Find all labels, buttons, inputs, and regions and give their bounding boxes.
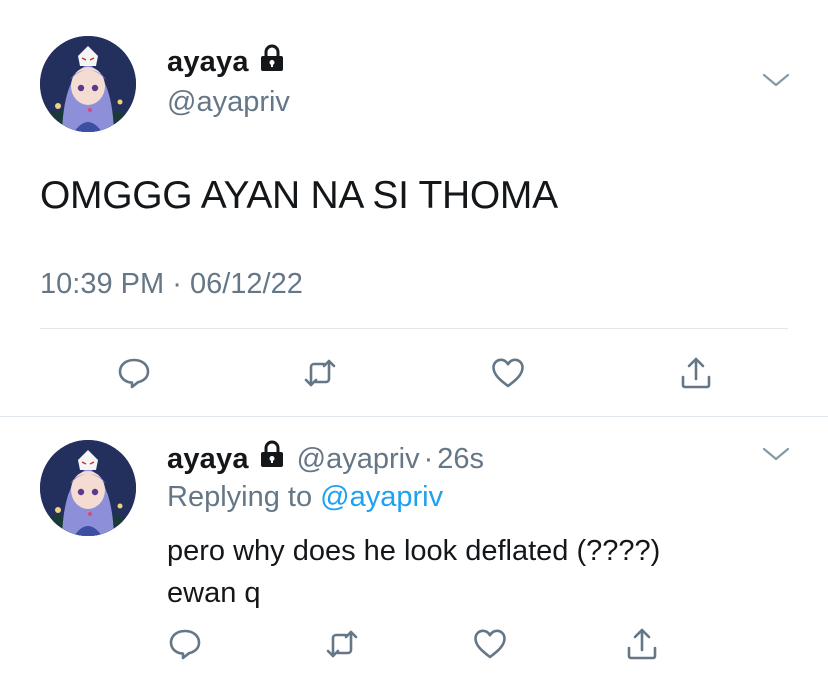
chevron-down-icon[interactable] [762,72,790,88]
tweet-date: 06/12/22 [189,268,303,300]
replying-to-link[interactable]: @ayapriv [320,481,443,513]
reply-text-line: pero why does he look deflated (????) [167,535,661,567]
share-button[interactable] [622,624,662,664]
author-name[interactable]: ayaya [167,46,249,79]
heart-icon [474,629,506,659]
reply-icon [169,629,201,660]
reply-text: pero why does he look deflated (????) ew… [167,530,660,614]
reply-author-handle[interactable]: @ayapriv [297,443,420,476]
reply-icon [118,358,150,389]
reply-button[interactable] [114,353,154,393]
reply-text-line: ewan q [167,577,261,609]
share-button[interactable] [676,353,716,393]
retweet-icon [326,630,358,658]
retweet-icon [304,359,336,387]
author-handle[interactable]: @ayapriv [167,86,290,119]
replying-to: Replying to @ayapriv [167,481,443,514]
avatar-image [40,440,136,536]
retweet-button[interactable] [322,624,362,664]
meta-separator: · [172,268,182,300]
replying-to-label: Replying to [167,481,313,513]
reply-header: ayaya @ayapriv · 26s [167,440,484,476]
lock-icon [259,440,285,473]
avatar[interactable] [40,36,136,132]
section-divider [0,416,828,417]
reply-button[interactable] [165,624,205,664]
reply-age[interactable]: 26s [437,443,484,476]
divider [40,328,788,329]
reply-avatar[interactable] [40,440,136,536]
heart-icon [492,358,524,388]
tweet-timestamp[interactable]: 10:39 PM · 06/12/22 [40,268,303,301]
tweet-time: 10:39 PM [40,268,165,300]
author-name-row: ayaya [167,44,285,80]
share-icon [681,357,711,389]
lock-icon [259,44,285,80]
share-icon [627,628,657,660]
avatar-image [40,36,136,132]
chevron-down-icon[interactable] [762,446,790,462]
retweet-button[interactable] [300,353,340,393]
reply-separator: · [423,443,434,475]
like-button[interactable] [470,624,510,664]
tweet-text: OMGGG AYAN NA SI THOMA [40,174,558,217]
reply-author-name[interactable]: ayaya [167,443,249,476]
like-button[interactable] [488,353,528,393]
